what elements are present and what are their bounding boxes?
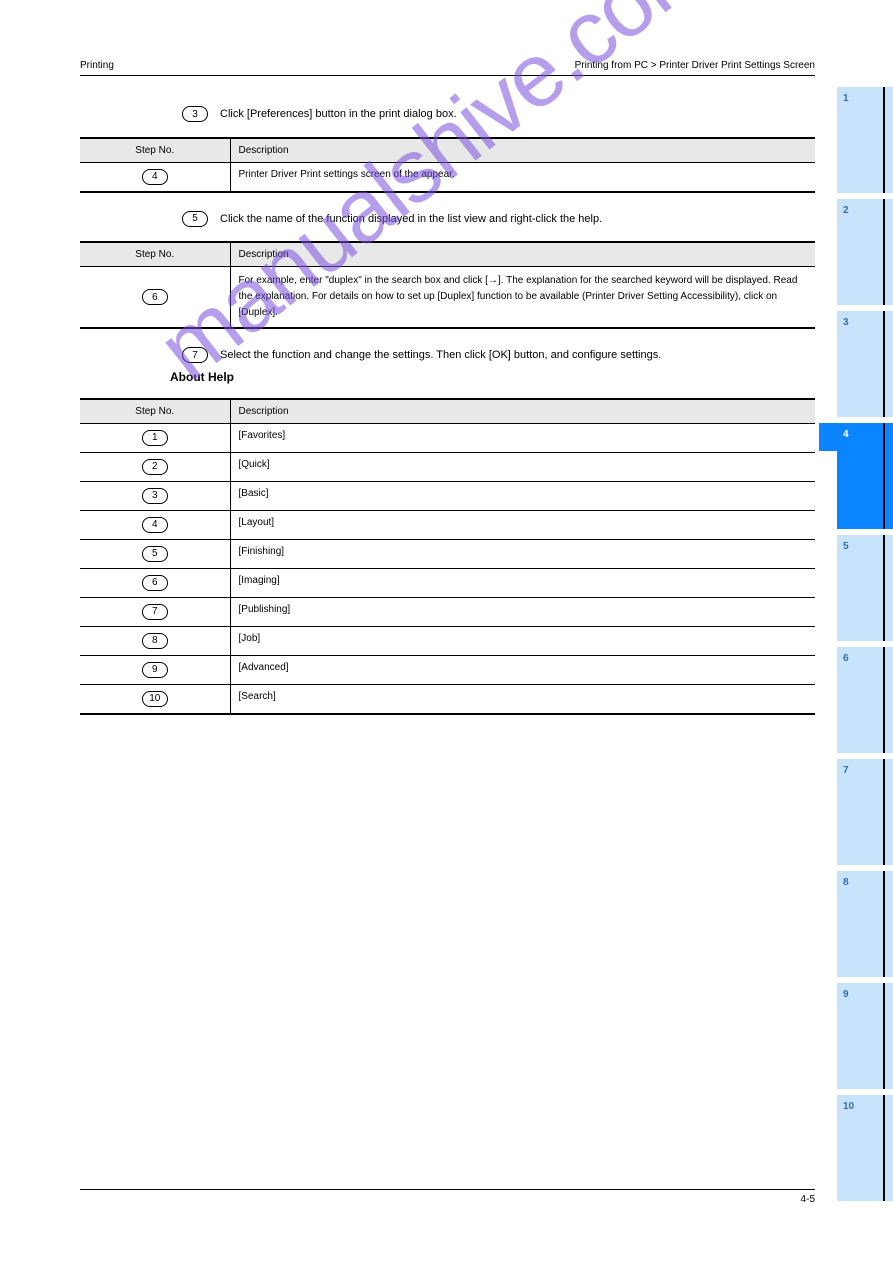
section-tab-10[interactable]: 10 bbox=[837, 1095, 893, 1201]
step-number-pill: 4 bbox=[142, 169, 168, 185]
tab-label: 4 bbox=[843, 429, 849, 440]
table-row: 4 [Layout] bbox=[80, 510, 815, 539]
cell-desc: [Job] bbox=[230, 626, 815, 655]
tab-label: 9 bbox=[843, 989, 849, 1000]
tab-label: 3 bbox=[843, 317, 849, 328]
page-number: 4-5 bbox=[801, 1194, 815, 1205]
step-text: Click the name of the function displayed… bbox=[220, 211, 815, 228]
table-row: 4 Printer Driver Print settings screen o… bbox=[80, 162, 815, 192]
tab-stripe bbox=[883, 87, 885, 193]
cell-desc: [Favorites] bbox=[230, 423, 815, 452]
tab-label: 8 bbox=[843, 877, 849, 888]
col-desc: Description bbox=[230, 399, 815, 424]
cell-desc: [Basic] bbox=[230, 481, 815, 510]
step-number-pill: 9 bbox=[142, 662, 168, 678]
step-number-pill: 6 bbox=[142, 289, 168, 305]
step-5: 5 Click the name of the function display… bbox=[170, 211, 815, 228]
step-number-pill: 4 bbox=[142, 517, 168, 533]
step-number-pill: 10 bbox=[142, 691, 168, 707]
section-tab-8[interactable]: 8 bbox=[837, 871, 893, 977]
table-help-items: Step No. Description 1 [Favorites] 2 [Quick… bbox=[80, 398, 815, 715]
cell-desc: [Finishing] bbox=[230, 539, 815, 568]
col-step: Step No. bbox=[80, 242, 230, 267]
subheading-about-help: About Help bbox=[170, 370, 815, 384]
section-tab-5[interactable]: 5 bbox=[837, 535, 893, 641]
section-tab-9[interactable]: 9 bbox=[837, 983, 893, 1089]
cell-desc: [Search] bbox=[230, 684, 815, 714]
cell-desc: [Advanced] bbox=[230, 655, 815, 684]
page-footer: 4-5 bbox=[80, 1189, 815, 1205]
table-row: 3 [Basic] bbox=[80, 481, 815, 510]
tab-stripe bbox=[883, 647, 885, 753]
page-header: Printing Printing from PC > Printer Driv… bbox=[80, 60, 815, 76]
step-number-pill: 3 bbox=[142, 488, 168, 504]
col-step: Step No. bbox=[80, 399, 230, 424]
table-row: 6 [Imaging] bbox=[80, 568, 815, 597]
header-left: Printing bbox=[80, 60, 114, 71]
tab-stripe bbox=[883, 199, 885, 305]
step-number-pill: 8 bbox=[142, 633, 168, 649]
step-3: 3 Click [Preferences] button in the prin… bbox=[170, 106, 815, 123]
page-content: Printing Printing from PC > Printer Driv… bbox=[80, 60, 815, 733]
table-step-6: Step No. Description 6 For example, ente… bbox=[80, 241, 815, 329]
table-row: 8 [Job] bbox=[80, 626, 815, 655]
table-row: 2 [Quick] bbox=[80, 452, 815, 481]
tab-label: 6 bbox=[843, 653, 849, 664]
step-number-pill: 7 bbox=[142, 604, 168, 620]
tab-stripe bbox=[883, 311, 885, 417]
cell-desc: For example, enter "duplex" in the searc… bbox=[230, 267, 815, 329]
tab-stripe bbox=[883, 759, 885, 865]
step-number-pill: 5 bbox=[182, 211, 208, 227]
section-tab-3[interactable]: 3 bbox=[837, 311, 893, 417]
table-step-4: Step No. Description 4 Printer Driver Pr… bbox=[80, 137, 815, 193]
section-tab-7[interactable]: 7 bbox=[837, 759, 893, 865]
step-number-pill: 2 bbox=[142, 459, 168, 475]
table-row: 7 [Publishing] bbox=[80, 597, 815, 626]
section-tab-2[interactable]: 2 bbox=[837, 199, 893, 305]
header-right: Printing from PC > Printer Driver Print … bbox=[575, 60, 815, 71]
col-desc: Description bbox=[230, 138, 815, 163]
step-text: Select the function and change the setti… bbox=[220, 347, 815, 364]
tab-stripe bbox=[883, 871, 885, 977]
cell-desc: Printer Driver Print settings screen of … bbox=[230, 162, 815, 192]
table-row: 6 For example, enter "duplex" in the sea… bbox=[80, 267, 815, 329]
tab-stripe bbox=[883, 1095, 885, 1201]
step-7: 7 Select the function and change the set… bbox=[170, 347, 815, 364]
section-tabs: 1 2 3 4 5 6 7 8 9 10 bbox=[837, 87, 893, 1201]
section-tab-4[interactable]: 4 bbox=[837, 423, 893, 529]
table-row: 10 [Search] bbox=[80, 684, 815, 714]
tab-stripe bbox=[883, 983, 885, 1089]
cell-desc: [Layout] bbox=[230, 510, 815, 539]
section-tab-6[interactable]: 6 bbox=[837, 647, 893, 753]
cell-desc: [Quick] bbox=[230, 452, 815, 481]
step-text: Click [Preferences] button in the print … bbox=[220, 106, 815, 123]
tab-label: 1 bbox=[843, 93, 849, 104]
tab-label: 5 bbox=[843, 541, 849, 552]
tab-stripe bbox=[883, 535, 885, 641]
step-number-pill: 1 bbox=[142, 430, 168, 446]
tab-label: 7 bbox=[843, 765, 849, 776]
tab-label: 10 bbox=[843, 1101, 854, 1112]
tab-stripe bbox=[883, 423, 885, 529]
step-number-pill: 5 bbox=[142, 546, 168, 562]
table-row: 9 [Advanced] bbox=[80, 655, 815, 684]
step-number-pill: 7 bbox=[182, 347, 208, 363]
tab-label: 2 bbox=[843, 205, 849, 216]
step-number-pill: 3 bbox=[182, 106, 208, 122]
cell-desc: [Publishing] bbox=[230, 597, 815, 626]
cell-desc: [Imaging] bbox=[230, 568, 815, 597]
col-desc: Description bbox=[230, 242, 815, 267]
section-tab-1[interactable]: 1 bbox=[837, 87, 893, 193]
table-row: 1 [Favorites] bbox=[80, 423, 815, 452]
col-step: Step No. bbox=[80, 138, 230, 163]
step-number-pill: 6 bbox=[142, 575, 168, 591]
table-row: 5 [Finishing] bbox=[80, 539, 815, 568]
